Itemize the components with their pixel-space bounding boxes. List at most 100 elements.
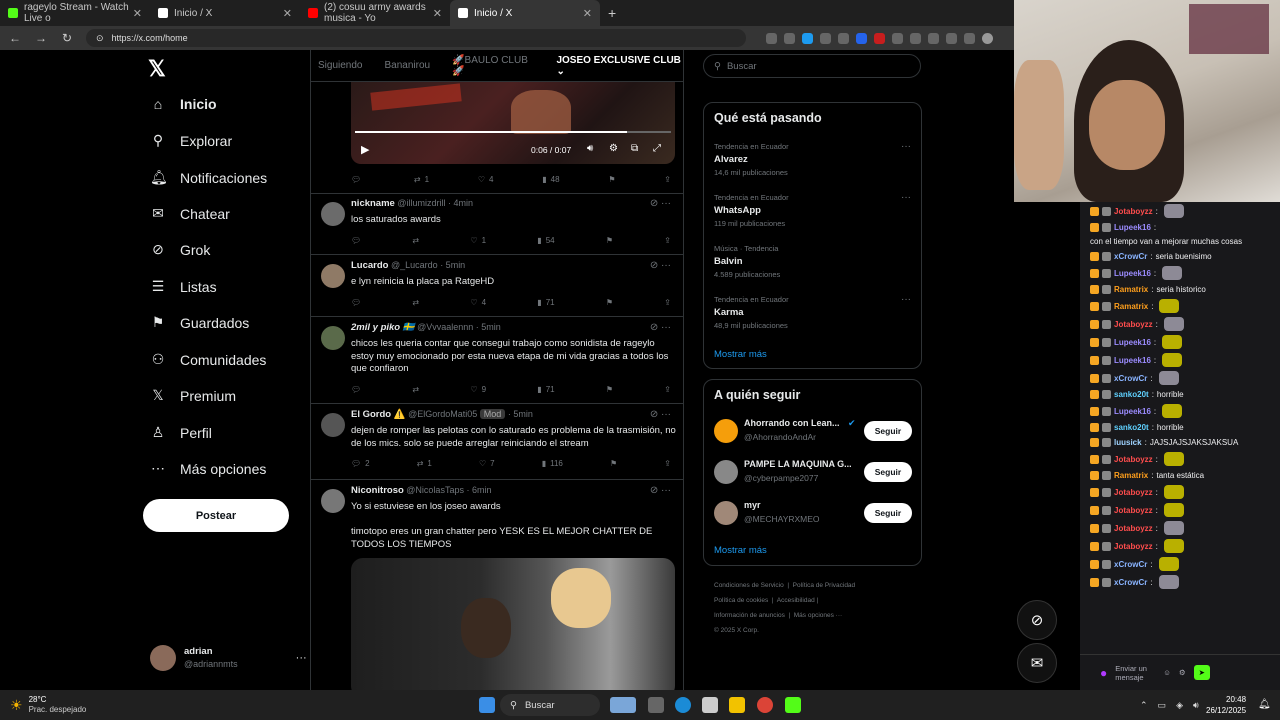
kick-app-icon[interactable] xyxy=(785,697,801,713)
footer-link[interactable]: Política de Privacidad xyxy=(793,582,856,589)
extension-icon[interactable] xyxy=(820,32,831,44)
footer-link[interactable]: Accesibilidad xyxy=(777,597,815,604)
post-author-name[interactable]: Niconitroso xyxy=(351,485,404,496)
bookmark-post-button[interactable]: ⚑ xyxy=(606,236,613,245)
bookmark-post-button[interactable]: ⚑ xyxy=(606,385,613,394)
repost-icon[interactable]: ⇄ xyxy=(412,236,419,245)
post-handle[interactable]: @Vvvaalennn xyxy=(417,322,473,332)
like-button[interactable]: ♡ 4 xyxy=(478,175,494,184)
grok-floating-button[interactable]: ⊘ xyxy=(1017,600,1057,640)
send-button[interactable]: ➤ xyxy=(1193,665,1210,680)
taskbar-search[interactable]: ⚲ Buscar xyxy=(500,694,600,716)
repost-button[interactable]: ⇄ 1 xyxy=(417,459,432,468)
post-handle[interactable]: @illumizdrill xyxy=(397,198,445,208)
views-button[interactable]: ▮ 48 xyxy=(542,175,559,184)
post-card[interactable]: El Gordo ⚠️ @ElGordoMati05 Mod · 5min ⊘ … xyxy=(311,405,683,480)
chat-username[interactable]: luusick xyxy=(1114,437,1142,448)
chat-username[interactable]: Jotaboyzz xyxy=(1114,206,1153,217)
post-time[interactable]: · 4min xyxy=(448,198,473,208)
avatar[interactable] xyxy=(321,489,345,513)
post-card[interactable]: nickname @illumizdrill · 4min ⊘ ··· los … xyxy=(311,194,683,255)
share-icon[interactable]: ⇪ xyxy=(664,385,671,394)
post-author-name[interactable]: nickname xyxy=(351,198,395,209)
post-handle[interactable]: @ElGordoMati05 xyxy=(408,409,477,419)
collections-icon[interactable] xyxy=(964,32,975,44)
reply-icon[interactable]: 💬︎ xyxy=(351,236,361,245)
post-image[interactable] xyxy=(351,558,675,690)
follow-suggestion[interactable]: myr @MECHAYRXMEO Seguir xyxy=(714,498,914,530)
chat-username[interactable]: Ramatrix xyxy=(1114,301,1148,312)
bookmark-post-button[interactable]: ⚑ xyxy=(606,298,613,307)
follow-button[interactable]: Seguir xyxy=(864,421,912,441)
show-more-follow-link[interactable]: Mostrar más xyxy=(714,545,767,556)
extension-icon[interactable] xyxy=(892,32,903,44)
battery-icon[interactable]: ▭ xyxy=(1158,700,1167,711)
emote-icon[interactable]: ☺ xyxy=(1163,668,1171,677)
trend-item[interactable]: Tendencia en Ecuador WhatsApp 119 mil publ… xyxy=(714,192,789,230)
more-icon[interactable]: ··· xyxy=(901,192,911,203)
notification-bell-icon[interactable]: 🔔︎ xyxy=(1258,699,1271,710)
post-button[interactable]: Postear xyxy=(143,499,289,532)
post-time[interactable]: · 5min xyxy=(476,322,501,332)
share-icon[interactable]: ⇪ xyxy=(664,459,671,468)
favorites-icon[interactable] xyxy=(946,32,957,44)
file-explorer-icon[interactable] xyxy=(729,697,745,713)
weather-temp[interactable]: 28°C xyxy=(29,695,87,705)
edge-icon[interactable] xyxy=(675,697,691,713)
avatar[interactable] xyxy=(321,326,345,350)
search-input[interactable]: ⚲ Buscar xyxy=(703,54,921,78)
post-handle[interactable]: @_Lucardo xyxy=(391,260,438,270)
post-author-name[interactable]: El Gordo ⚠️ xyxy=(351,409,406,420)
footer-link[interactable]: Más opciones ··· xyxy=(794,612,842,619)
extension-icon[interactable] xyxy=(856,32,867,44)
video-progress-track[interactable] xyxy=(355,131,671,133)
chat-username[interactable]: Lupeek16 xyxy=(1114,406,1151,417)
browser-tab-kick[interactable]: rageylo Stream - Watch Live o ✕ xyxy=(0,0,150,26)
bookmark-post-button[interactable]: ⚑ xyxy=(610,459,617,468)
avatar[interactable] xyxy=(321,264,345,288)
mic-icon[interactable]: ● xyxy=(1100,666,1107,680)
account-switcher[interactable]: adrian @adriannmts ··· xyxy=(150,645,307,671)
repost-button[interactable]: ⇄ 1 xyxy=(414,175,429,184)
footer-link[interactable]: Información de anuncios xyxy=(714,612,785,619)
pip-icon[interactable]: ⧉ xyxy=(631,143,638,154)
extension-icon[interactable] xyxy=(766,32,777,44)
post-time[interactable]: · 5min xyxy=(440,260,465,270)
tab-siguiendo[interactable]: Siguiendo xyxy=(318,60,362,71)
new-tab-button[interactable]: + xyxy=(608,5,616,21)
sidebar-item-notificaciones[interactable]: 🔔︎ Notificaciones xyxy=(150,169,267,186)
chat-username[interactable]: xCrowCr xyxy=(1114,373,1147,384)
sidebar-item-grok[interactable]: ⊘ Grok xyxy=(150,241,210,258)
footer-link[interactable]: Política de cookies xyxy=(714,597,768,604)
task-view-icon[interactable] xyxy=(648,697,664,713)
post-author-name[interactable]: Lucardo xyxy=(351,260,388,271)
reply-icon[interactable]: 💬︎ xyxy=(351,385,361,394)
reply-button[interactable]: 💬︎ xyxy=(351,175,365,184)
chat-username[interactable]: Jotaboyzz xyxy=(1114,505,1153,516)
show-more-trends-link[interactable]: Mostrar más xyxy=(714,349,767,360)
close-icon[interactable]: ✕ xyxy=(133,7,142,20)
views-button[interactable]: ▮ 71 xyxy=(537,385,554,394)
browser-tab-youtube[interactable]: (2) cosuu army awards musica - Yo ✕ xyxy=(300,0,450,26)
widgets-icon[interactable] xyxy=(610,697,636,713)
more-icon[interactable]: ⊘ ··· xyxy=(650,198,671,209)
follow-button[interactable]: Seguir xyxy=(864,462,912,482)
chat-username[interactable]: Jotaboyzz xyxy=(1114,523,1153,534)
store-icon[interactable] xyxy=(702,697,718,713)
post-card[interactable]: 2mil y piko 🇸🇪 @Vvvaalennn · 5min ⊘ ··· … xyxy=(311,318,683,404)
fullscreen-icon[interactable]: ⤢ xyxy=(653,143,661,154)
chat-username[interactable]: Jotaboyzz xyxy=(1114,454,1153,465)
tab-bananirou[interactable]: Bananirou xyxy=(384,60,430,71)
share-icon[interactable]: ⇪ xyxy=(664,298,671,307)
settings-gear-icon[interactable]: ⚙ xyxy=(609,143,618,154)
sidebar-item-inicio[interactable]: ⌂ Inicio xyxy=(150,96,217,112)
post-time[interactable]: · 5min xyxy=(508,409,533,419)
site-info-icon[interactable]: ⊙ xyxy=(96,33,104,44)
extension-icon[interactable] xyxy=(928,32,939,44)
bookmark-star-icon[interactable] xyxy=(802,32,813,44)
reply-icon[interactable]: 💬︎ xyxy=(351,298,361,307)
messages-floating-button[interactable]: ✉ xyxy=(1017,643,1057,683)
views-button[interactable]: ▮ 71 xyxy=(537,298,554,307)
more-icon[interactable]: ⊘ ··· xyxy=(650,322,671,333)
extension-icon[interactable] xyxy=(784,32,795,44)
